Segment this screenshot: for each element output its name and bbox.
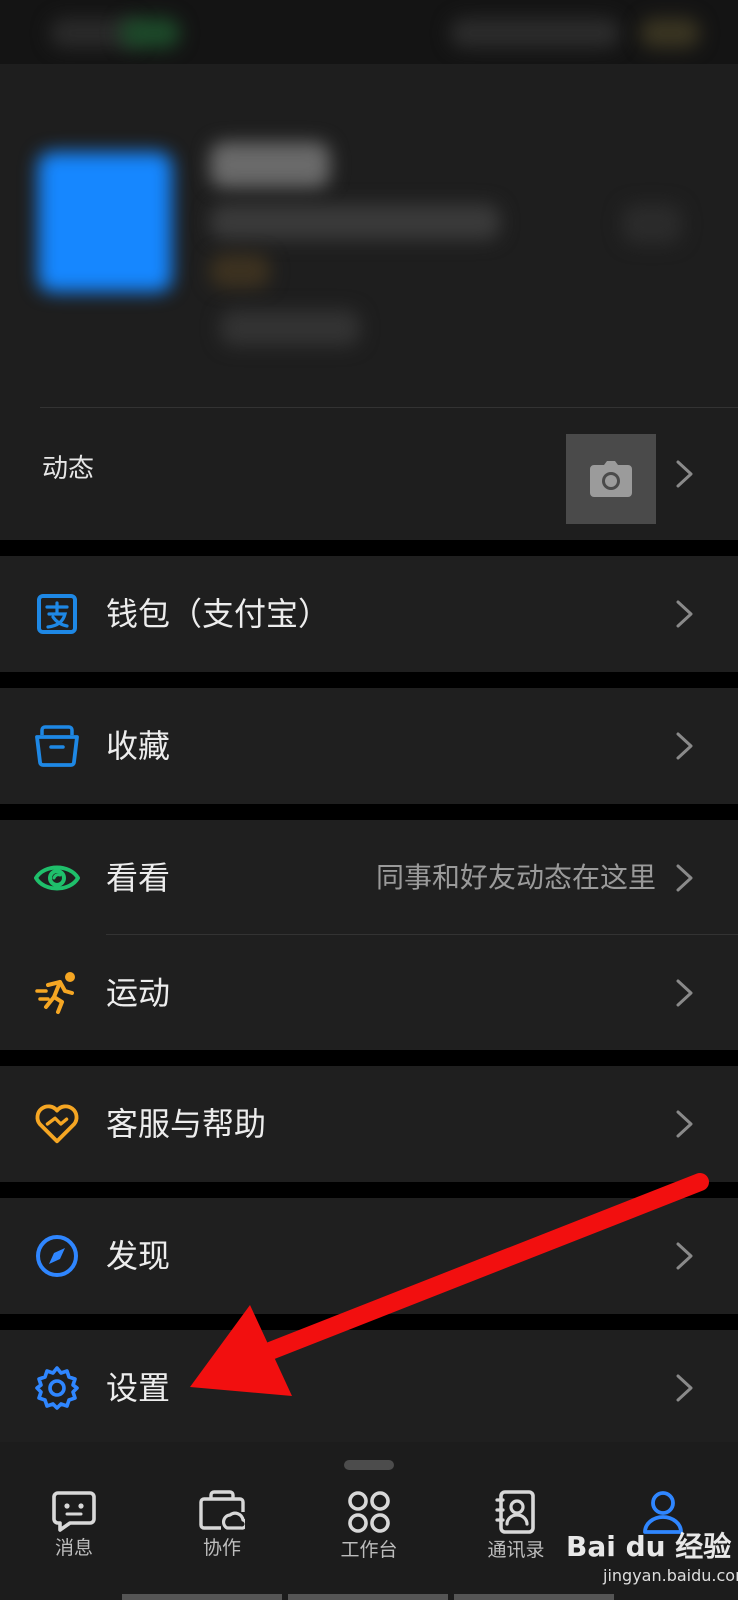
workbench-icon <box>348 1491 390 1533</box>
watermark-url: jingyan.baidu.com <box>603 1566 738 1585</box>
tab-label: 协作 <box>202 1537 241 1559</box>
message-icon <box>52 1491 96 1532</box>
tab-messages[interactable]: 消息 <box>14 1490 134 1572</box>
tab-collaborate[interactable]: 协作 <box>162 1490 282 1572</box>
tab-contacts[interactable]: 通讯录 <box>456 1490 576 1572</box>
profile-icon <box>643 1491 683 1534</box>
watermark-brand: Bai du 经验 <box>566 1530 732 1563</box>
bottom-strip-1 <box>122 1594 282 1600</box>
bottom-strip-2 <box>288 1594 448 1600</box>
collaborate-icon <box>199 1490 245 1530</box>
annotation-arrow <box>190 1173 709 1396</box>
drag-handle[interactable] <box>344 1460 394 1470</box>
tab-label: 通讯录 <box>487 1539 545 1561</box>
tab-workbench[interactable]: 工作台 <box>309 1490 429 1572</box>
tab-label: 消息 <box>54 1537 93 1559</box>
bottom-strip-3 <box>454 1594 614 1600</box>
contacts-icon <box>495 1490 535 1534</box>
tab-label: 工作台 <box>340 1539 398 1561</box>
